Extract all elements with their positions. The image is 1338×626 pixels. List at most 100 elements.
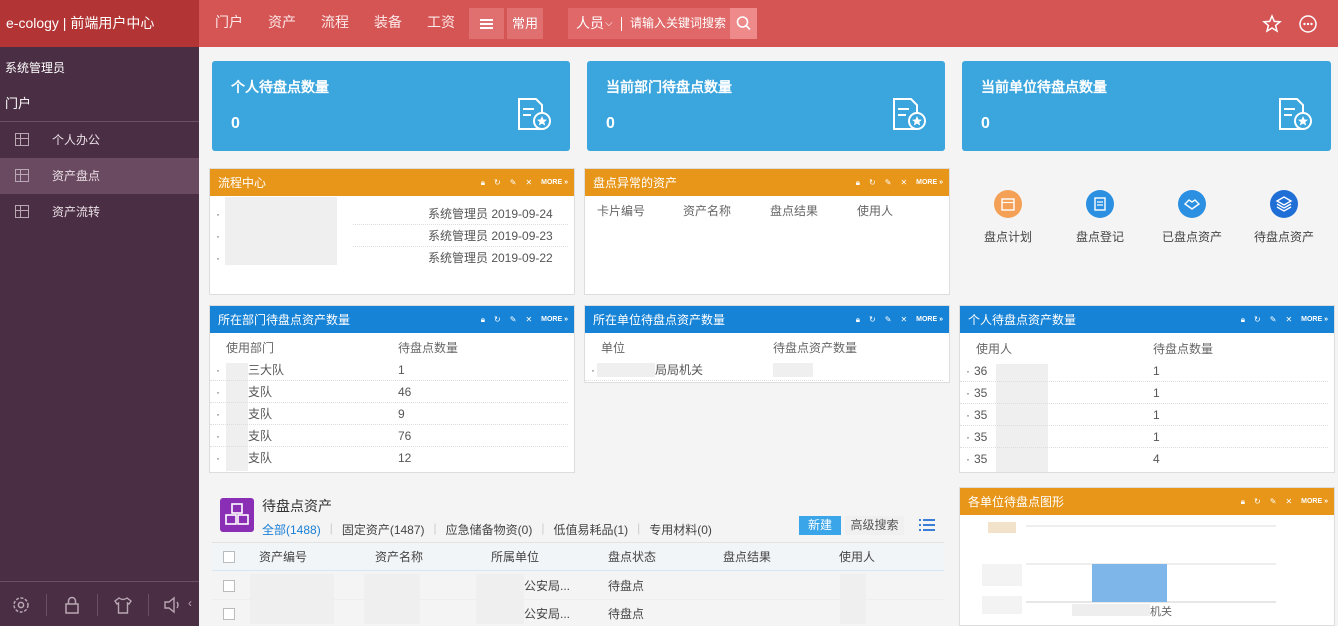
table-row[interactable]: · 35 1: [960, 404, 1328, 426]
star-icon[interactable]: [1261, 13, 1283, 35]
chart-bar[interactable]: [1092, 564, 1167, 602]
table-row[interactable]: · 局局机关: [585, 359, 943, 381]
sidebar-section-portal[interactable]: 门户: [5, 93, 31, 112]
filter-tab-special-materials[interactable]: 专用材料(0): [649, 521, 712, 538]
quick-link-pending-assets[interactable]: 待盘点资产: [1244, 190, 1324, 245]
table-row[interactable]: · 35 1: [960, 426, 1328, 448]
more-link[interactable]: MORE »: [916, 169, 943, 197]
table-row[interactable]: 公安局... 待盘点: [212, 600, 944, 626]
common-button[interactable]: 常用: [507, 8, 543, 39]
edit-icon[interactable]: ✎: [1270, 488, 1277, 516]
nav-workflow[interactable]: 流程: [321, 0, 349, 47]
more-options-icon[interactable]: [1297, 13, 1319, 35]
panel-tools: 🔒︎ ↻ ✎ ✕ MORE »: [856, 169, 943, 197]
collapse-arrow-icon[interactable]: ‹: [188, 596, 192, 610]
row-checkbox[interactable]: [223, 608, 235, 620]
lock-icon[interactable]: [61, 594, 83, 616]
filter-tab-emergency-supplies[interactable]: 应急储备物资(0): [446, 521, 533, 538]
lock-icon[interactable]: 🔒︎: [1241, 306, 1245, 334]
more-link[interactable]: MORE »: [1301, 488, 1328, 516]
close-icon[interactable]: ✕: [900, 306, 907, 334]
stat-card-department[interactable]: 当前部门待盘点数量 0: [587, 61, 945, 151]
lock-icon[interactable]: 🔒︎: [1241, 488, 1245, 516]
search-scope-select[interactable]: 人员: [576, 8, 604, 38]
more-link[interactable]: MORE »: [541, 306, 568, 334]
edit-icon[interactable]: ✎: [885, 306, 892, 334]
advanced-search-button[interactable]: 高级搜索: [845, 516, 904, 535]
search-button[interactable]: [730, 8, 757, 39]
table-row[interactable]: · 35 4: [960, 448, 1328, 470]
select-all-checkbox[interactable]: [223, 551, 235, 563]
more-link[interactable]: MORE »: [541, 169, 568, 197]
more-link[interactable]: MORE »: [1301, 306, 1328, 334]
edit-icon[interactable]: ✎: [885, 169, 892, 197]
table-row[interactable]: · 支队 76: [210, 425, 568, 447]
nav-assets[interactable]: 资产: [268, 0, 296, 47]
column-header[interactable]: 盘点状态: [608, 543, 656, 572]
table-row[interactable]: · 支队 12: [210, 447, 568, 469]
more-link[interactable]: MORE »: [916, 306, 943, 334]
quick-link-inventory-plan[interactable]: 盘点计划: [968, 190, 1048, 245]
list-view-icon[interactable]: [918, 517, 936, 533]
nav-equipment[interactable]: 装备: [374, 0, 402, 47]
row-checkbox[interactable]: [223, 580, 235, 592]
table-row[interactable]: · 支队 46: [210, 381, 568, 403]
column-header[interactable]: 所属单位: [491, 543, 539, 572]
close-icon[interactable]: ✕: [525, 306, 532, 334]
nav-portal[interactable]: 门户: [215, 0, 243, 47]
column-header[interactable]: 盘点结果: [723, 543, 771, 572]
speaker-icon[interactable]: [161, 594, 183, 616]
column-header[interactable]: 使用人: [839, 543, 875, 572]
stat-card-unit[interactable]: 当前单位待盘点数量 0: [962, 61, 1331, 151]
workflow-row[interactable]: · 系统管理员 2019-09-22: [216, 247, 568, 269]
table-row[interactable]: · 支队 9: [210, 403, 568, 425]
table-header: 卡片编号 资产名称 盘点结果 使用人: [585, 200, 949, 222]
quick-link-inventory-register[interactable]: 盘点登记: [1060, 190, 1140, 245]
brand-title[interactable]: e-cology | 前端用户中心: [0, 0, 199, 47]
refresh-icon[interactable]: ↻: [1254, 488, 1261, 516]
refresh-icon[interactable]: ↻: [1254, 306, 1261, 334]
sidebar-item-asset-inventory[interactable]: 资产盘点: [0, 158, 199, 194]
settings-icon[interactable]: [10, 594, 32, 616]
nav-salary[interactable]: 工资: [427, 0, 455, 47]
workflow-row[interactable]: · 系统管理员 2019-09-24: [216, 203, 568, 225]
close-icon[interactable]: ✕: [1285, 306, 1292, 334]
lock-icon[interactable]: 🔒︎: [481, 169, 485, 197]
lock-icon[interactable]: 🔒︎: [856, 306, 860, 334]
close-icon[interactable]: ✕: [525, 169, 532, 197]
bullet: ·: [966, 452, 970, 466]
table-row[interactable]: · 35 1: [960, 382, 1328, 404]
dept-name: 支队: [248, 451, 273, 465]
refresh-icon[interactable]: ↻: [869, 169, 876, 197]
new-button[interactable]: 新建: [799, 516, 841, 535]
filter-tab-all[interactable]: 全部(1488): [262, 521, 321, 538]
edit-icon[interactable]: ✎: [510, 306, 517, 334]
refresh-icon[interactable]: ↻: [869, 306, 876, 334]
close-icon[interactable]: ✕: [900, 169, 907, 197]
chevron-down-icon[interactable]: ⌵: [605, 8, 613, 39]
current-user-name[interactable]: 系统管理员: [5, 59, 65, 76]
sidebar-item-personal-office[interactable]: 个人办公: [0, 122, 199, 158]
stat-card-personal[interactable]: 个人待盘点数量 0: [212, 61, 570, 151]
refresh-icon[interactable]: ↻: [494, 306, 501, 334]
refresh-icon[interactable]: ↻: [494, 169, 501, 197]
top-bar: e-cology | 前端用户中心 门户 资产 流程 装备 工资 常用 人员 ⌵…: [0, 0, 1338, 47]
table-row[interactable]: · 36 1: [960, 360, 1328, 382]
workflow-row[interactable]: · 系统管理员 2019-09-23: [216, 225, 568, 247]
lock-icon[interactable]: 🔒︎: [481, 306, 485, 334]
hamburger-menu-button[interactable]: [469, 8, 504, 39]
edit-icon[interactable]: ✎: [1270, 306, 1277, 334]
column-header[interactable]: 资产名称: [375, 543, 423, 572]
sidebar-item-asset-transfer[interactable]: 资产流转: [0, 194, 199, 230]
quick-link-inventoried-assets[interactable]: 已盘点资产: [1152, 190, 1232, 245]
filter-tab-fixed-assets[interactable]: 固定资产(1487): [342, 521, 425, 538]
search-input[interactable]: 请输入关键词搜索: [630, 8, 726, 39]
shirt-icon[interactable]: [112, 594, 134, 616]
edit-icon[interactable]: ✎: [510, 169, 517, 197]
lock-icon[interactable]: 🔒︎: [856, 169, 860, 197]
table-row[interactable]: 公安局... 待盘点: [212, 572, 944, 624]
filter-tab-consumables[interactable]: 低值易耗品(1): [553, 521, 628, 538]
close-icon[interactable]: ✕: [1285, 488, 1292, 516]
column-header[interactable]: 资产编号: [259, 543, 307, 572]
table-row[interactable]: · 三大队 1: [210, 359, 568, 381]
